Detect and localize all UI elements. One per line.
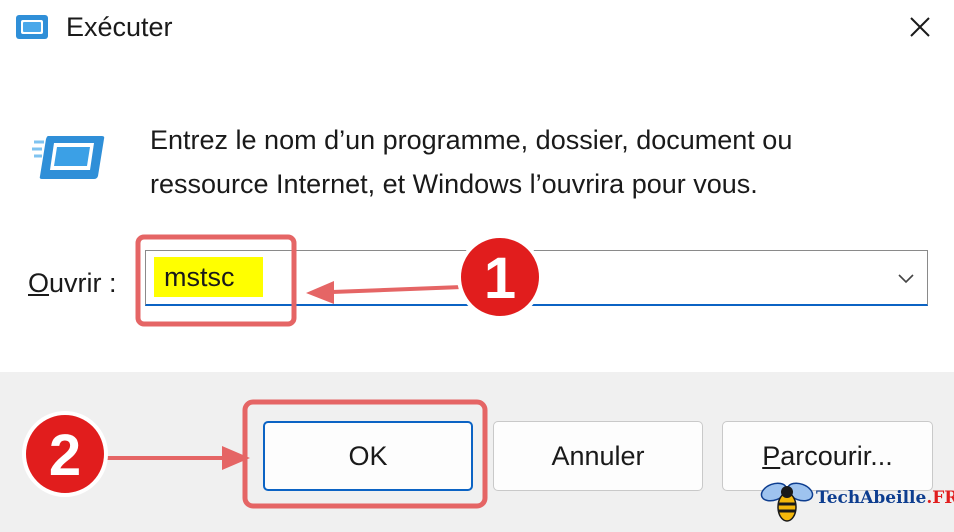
watermark-suffix: .FR: [926, 488, 954, 508]
run-dialog-icon: [16, 15, 48, 39]
chevron-down-icon[interactable]: [895, 267, 917, 289]
bee-logo-icon: [760, 482, 814, 522]
close-button[interactable]: [896, 6, 944, 48]
description-line-1: Entrez le nom d’un programme, dossier, d…: [150, 125, 793, 155]
browse-label: arcourir...: [780, 440, 893, 471]
description-line-2: ressource Internet, et Windows l’ouvrira…: [150, 169, 758, 199]
open-combobox[interactable]: mstsc: [145, 250, 928, 306]
open-label-accesskey: O: [28, 268, 50, 298]
title-bar: Exécuter: [0, 0, 954, 56]
run-program-icon: [32, 136, 105, 179]
watermark-text: TechAbeille: [816, 488, 927, 508]
ok-button[interactable]: OK: [263, 421, 473, 491]
open-label: Ouvrir :: [28, 268, 117, 299]
cancel-button[interactable]: Annuler: [493, 421, 703, 491]
open-input-value[interactable]: mstsc: [154, 257, 263, 297]
window-title: Exécuter: [66, 12, 173, 42]
dialog-description: Entrez le nom d’un programme, dossier, d…: [150, 118, 930, 206]
close-icon: [910, 17, 930, 37]
techabeille-watermark: TechAbeille.FR: [760, 478, 954, 524]
open-label-text: uvrir :: [49, 268, 117, 298]
browse-accesskey: P: [762, 440, 781, 471]
